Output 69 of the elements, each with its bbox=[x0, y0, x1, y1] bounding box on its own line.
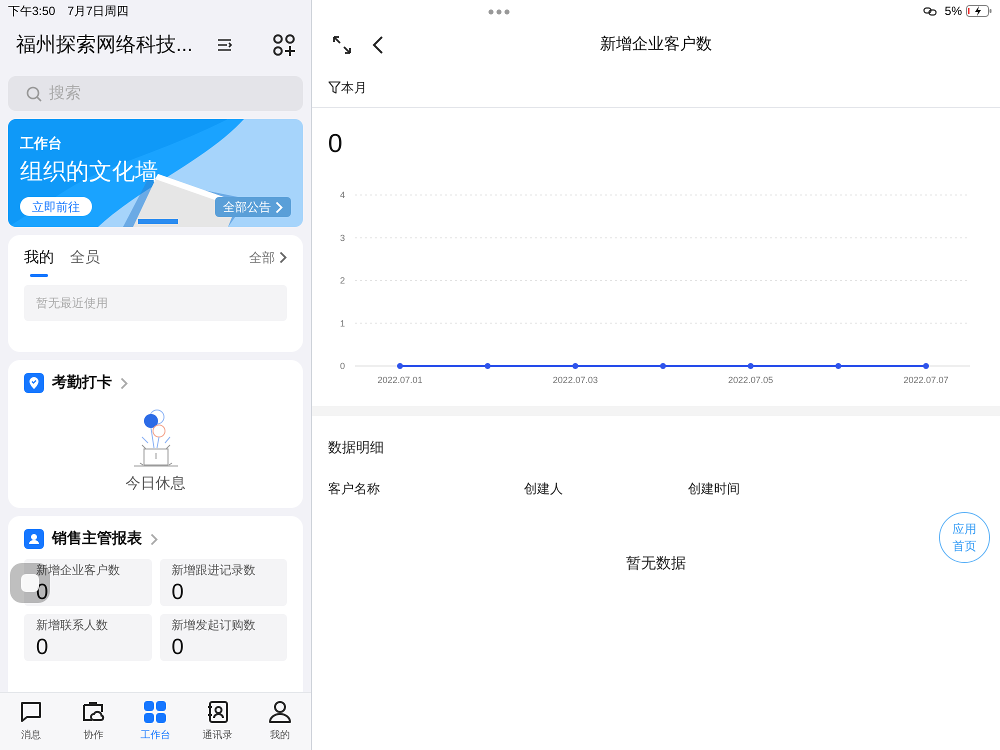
location-check-icon bbox=[24, 373, 44, 394]
organization-title: 福州探索网络科技... bbox=[16, 33, 193, 58]
grid-icon bbox=[143, 700, 168, 724]
y-tick-label: 1 bbox=[340, 318, 345, 328]
stat-card[interactable]: 新增企业客户数 0 bbox=[24, 558, 152, 606]
back-icon[interactable] bbox=[372, 35, 384, 55]
chevron-right-icon bbox=[279, 251, 287, 264]
chevron-right-icon bbox=[120, 376, 128, 390]
all-link[interactable]: 全部 bbox=[249, 248, 287, 276]
search-icon bbox=[26, 86, 42, 102]
tab-bar-item[interactable]: 消息 bbox=[6, 700, 56, 743]
data-point bbox=[660, 363, 666, 369]
stat-card[interactable]: 新增联系人数 0 bbox=[24, 614, 152, 660]
banner-subtitle: 工作台 bbox=[20, 135, 63, 152]
x-tick-label: 2022.07.07 bbox=[903, 375, 949, 385]
battery-percentage: 5% bbox=[944, 3, 962, 20]
day-off-message: 今日休息 bbox=[126, 474, 186, 494]
column-header: 客户名称 bbox=[328, 480, 381, 498]
period-filter[interactable]: 本月 bbox=[328, 78, 367, 98]
y-tick-label: 0 bbox=[340, 361, 345, 371]
person-icon bbox=[268, 700, 292, 724]
tab-bar-item[interactable]: 通讯录 bbox=[192, 700, 243, 743]
attendance-title: 考勤打卡 bbox=[52, 373, 112, 393]
total-count: 0 bbox=[328, 126, 342, 160]
balloon-box-drawing bbox=[132, 406, 180, 468]
add-app-icon[interactable] bbox=[273, 34, 295, 56]
status-date: 7月7日周四 bbox=[67, 3, 129, 20]
data-point bbox=[923, 363, 929, 369]
multitasking-dots-icon[interactable] bbox=[488, 9, 510, 15]
x-tick-label: 2022.07.05 bbox=[728, 375, 774, 385]
data-point bbox=[748, 363, 754, 369]
go-now-button[interactable]: 立即前往 bbox=[20, 197, 92, 216]
empty-data-message: 暂无数据 bbox=[626, 554, 686, 574]
data-point bbox=[835, 363, 842, 369]
stat-card[interactable]: 新增发起订购数 0 bbox=[160, 614, 287, 660]
stat-card[interactable]: 新增跟进记录数 0 bbox=[160, 558, 287, 606]
data-point bbox=[484, 363, 491, 369]
battery-charging-icon bbox=[966, 5, 992, 17]
user-badge-icon bbox=[24, 529, 44, 550]
contact-card-icon bbox=[206, 700, 230, 724]
expand-icon[interactable] bbox=[332, 35, 352, 55]
sales-report-title: 销售主管报表 bbox=[52, 528, 142, 549]
column-header: 创建时间 bbox=[688, 480, 741, 498]
x-tick-label: 2022.07.03 bbox=[552, 375, 598, 385]
y-tick-label: 4 bbox=[340, 190, 345, 200]
x-tick-label: 2022.07.01 bbox=[377, 375, 423, 385]
status-time: 下午3:50 bbox=[8, 3, 56, 20]
search-field[interactable]: 搜索 bbox=[8, 76, 303, 111]
chevron-right-icon bbox=[150, 532, 158, 546]
chat-bubble-icon bbox=[19, 700, 44, 724]
menu-icon[interactable] bbox=[216, 38, 233, 52]
tab-bar-item[interactable]: 协作 bbox=[68, 700, 118, 743]
recent-tab[interactable]: 我的 bbox=[24, 247, 54, 276]
data-point bbox=[397, 363, 403, 369]
y-tick-label: 2 bbox=[340, 276, 345, 286]
recent-tab[interactable]: 全员 bbox=[70, 247, 100, 276]
filter-icon bbox=[328, 81, 341, 94]
page-title: 新增企业客户数 bbox=[600, 34, 712, 55]
tab-bar-item[interactable]: 工作台 bbox=[130, 700, 180, 743]
column-header: 创建人 bbox=[524, 480, 564, 498]
section-title: 数据明细 bbox=[328, 438, 384, 457]
banner-title: 组织的文化墙 bbox=[20, 156, 159, 186]
chevron-right-icon bbox=[275, 200, 283, 214]
link-icon bbox=[922, 6, 937, 16]
y-tick-label: 3 bbox=[340, 232, 345, 243]
empty-recent-panel: 暂无最近使用 bbox=[24, 284, 287, 320]
data-point bbox=[572, 363, 578, 369]
tab-bar-item[interactable]: 我的 bbox=[254, 700, 305, 743]
briefcase-cloud-icon bbox=[81, 700, 106, 724]
